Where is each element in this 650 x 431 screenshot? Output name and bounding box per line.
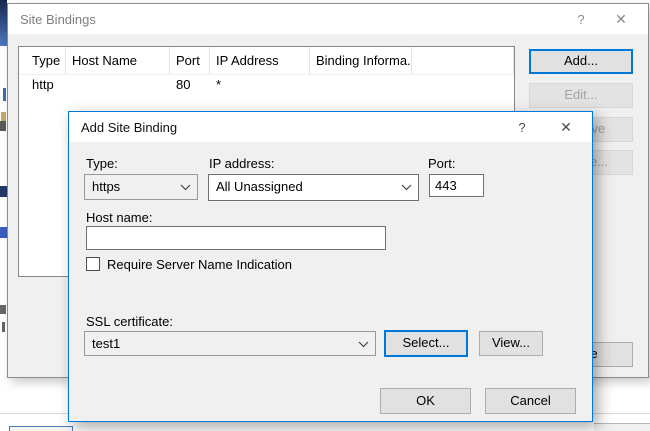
ip-address-label: IP address: xyxy=(209,156,275,171)
add-site-binding-dialog: Add Site Binding ? ✕ Type: IP address: P… xyxy=(68,111,593,422)
column-header-binding-info[interactable]: Binding Informa... xyxy=(310,47,412,74)
background-fragment xyxy=(0,121,6,131)
host-name-label: Host name: xyxy=(86,210,152,225)
background-fragment xyxy=(2,322,5,332)
background-fragment xyxy=(1,112,6,121)
help-icon[interactable]: ? xyxy=(572,11,590,28)
ip-address-select[interactable]: All Unassigned xyxy=(208,174,419,201)
type-label: Type: xyxy=(86,156,118,171)
add-button[interactable]: Add... xyxy=(529,49,633,74)
ok-button[interactable]: OK xyxy=(380,388,471,414)
row-cell-type: http xyxy=(19,75,66,97)
background-fragment xyxy=(0,0,7,46)
column-header-type[interactable]: Type xyxy=(19,47,66,74)
background-panel-edge xyxy=(594,423,650,431)
type-select-value: https xyxy=(92,175,175,199)
column-header-ip-address[interactable]: IP Address xyxy=(210,47,310,74)
background-focused-element xyxy=(9,426,73,431)
background-fragment xyxy=(0,227,7,238)
bindings-list-header: Type Host Name Port IP Address Binding I… xyxy=(19,47,514,75)
screen: Site Bindings ? ✕ Type Host Name Port IP… xyxy=(0,0,650,431)
row-cell-ip-address: * xyxy=(210,75,310,97)
port-label: Port: xyxy=(428,156,455,171)
help-icon[interactable]: ? xyxy=(513,119,531,136)
table-row[interactable]: http 80 * xyxy=(19,75,514,97)
chevron-down-icon xyxy=(180,184,191,191)
close-icon[interactable]: ✕ xyxy=(612,11,630,28)
site-bindings-titlebar[interactable]: Site Bindings ? ✕ xyxy=(8,4,648,34)
row-cell-host-name xyxy=(66,75,170,97)
column-header-host-name[interactable]: Host Name xyxy=(66,47,170,74)
require-sni-label: Require Server Name Indication xyxy=(107,257,292,272)
port-input[interactable] xyxy=(429,174,484,197)
edit-button: Edit... xyxy=(529,83,633,108)
ssl-certificate-select-value: test1 xyxy=(92,332,353,356)
type-select[interactable]: https xyxy=(84,174,198,200)
column-header-filler xyxy=(412,47,514,74)
background-fragment xyxy=(0,305,6,314)
add-site-binding-titlebar[interactable]: Add Site Binding ? ✕ xyxy=(69,112,592,142)
cancel-button[interactable]: Cancel xyxy=(485,388,576,414)
row-cell-filler xyxy=(412,75,514,97)
host-name-input[interactable] xyxy=(86,226,386,250)
background-fragment xyxy=(3,88,6,101)
background-fragment xyxy=(0,186,7,197)
select-button[interactable]: Select... xyxy=(384,330,468,357)
close-icon[interactable]: ✕ xyxy=(557,119,575,136)
row-cell-port: 80 xyxy=(170,75,210,97)
require-sni-checkbox[interactable] xyxy=(86,257,100,271)
chevron-down-icon xyxy=(358,341,369,348)
row-cell-binding-info xyxy=(310,75,412,97)
chevron-down-icon xyxy=(401,184,412,191)
ip-address-select-value: All Unassigned xyxy=(216,175,396,199)
view-button[interactable]: View... xyxy=(479,331,543,356)
ssl-certificate-select[interactable]: test1 xyxy=(84,331,376,356)
add-site-binding-title: Add Site Binding xyxy=(81,120,177,135)
ssl-certificate-label: SSL certificate: xyxy=(86,314,173,329)
column-header-port[interactable]: Port xyxy=(170,47,210,74)
site-bindings-title: Site Bindings xyxy=(20,12,96,27)
